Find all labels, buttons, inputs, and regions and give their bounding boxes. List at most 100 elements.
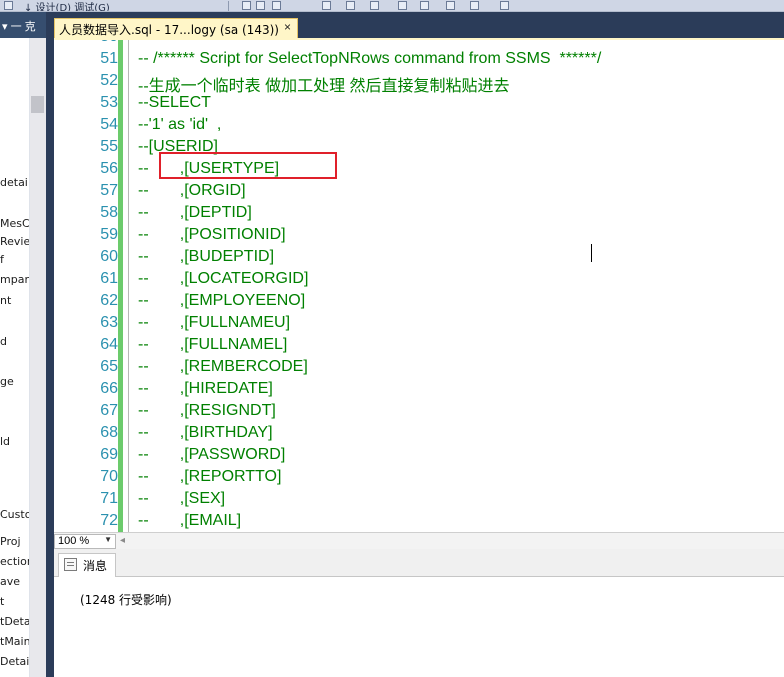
comment-icon[interactable] [446, 1, 455, 10]
line-number: 68 [100, 424, 118, 441]
code-line[interactable]: -- ,[ORGID] [138, 182, 246, 200]
align-center-icon[interactable] [346, 1, 355, 10]
solution-item[interactable]: ld [0, 435, 10, 448]
solution-item[interactable]: tMain [0, 635, 29, 648]
solution-item[interactable]: mpar [0, 273, 29, 286]
panel-splitter[interactable] [46, 12, 54, 677]
code-line[interactable]: -- ,[POSITIONID] [138, 226, 286, 244]
line-number: 53 [100, 94, 118, 111]
line-number: 54 [100, 116, 118, 133]
code-line[interactable]: -- ,[RESIGNDT] [138, 402, 276, 420]
uncomment-icon[interactable] [470, 1, 479, 10]
code-line[interactable]: -- ,[SEX] [138, 490, 225, 508]
tab-sql-document[interactable]: 人员数据导入.sql - 17...logy (sa (143)) × [54, 18, 298, 38]
code-line[interactable]: -- ,[PASSWORD] [138, 446, 285, 464]
line-number: 56 [100, 160, 118, 177]
solution-explorer-list: detai MesC Reviev f mpar nt d ge ld Custo Proj ecti… [0, 38, 30, 677]
line-number: 58 [100, 204, 118, 221]
add-icon[interactable] [272, 1, 281, 10]
code-line[interactable]: --'1' as 'id' , [138, 116, 221, 134]
code-line[interactable]: -- ,[FULLNAMEL] [138, 336, 287, 354]
outline-fold-line [128, 40, 129, 532]
change-tracking-bar [118, 40, 123, 532]
line-number: 70 [100, 468, 118, 485]
line-number: 67 [100, 402, 118, 419]
code-line[interactable]: -- ,[EMPLOYEENO] [138, 292, 305, 310]
document-tab-strip: 人员数据导入.sql - 17...logy (sa (143)) × [54, 12, 784, 38]
solution-item[interactable]: detai [0, 176, 28, 189]
code-line[interactable]: --SELECT [138, 94, 211, 112]
left-vertical-scrollbar[interactable] [30, 38, 46, 677]
code-line[interactable]: -- ,[HIREDATE] [138, 380, 273, 398]
toolbar-separator [228, 1, 229, 11]
line-number: 72 [100, 512, 118, 529]
line-number-gutter: 50 51 52 53 54 55 56 57 58 59 60 61 62 63 64 65 66 67 68 69… [54, 40, 118, 532]
scroll-left-icon[interactable]: ◂ [120, 535, 125, 546]
code-line[interactable]: -- ,[REPORTTO] [138, 468, 281, 486]
options-icon[interactable] [500, 1, 509, 10]
tab-messages[interactable]: 消息 [58, 553, 116, 577]
main-toolbar: ↓ 设计(D) 调试(G) [0, 0, 784, 12]
solution-item[interactable]: Detai [0, 655, 29, 668]
line-number: 65 [100, 358, 118, 375]
line-number: 50 [54, 40, 118, 46]
solution-item[interactable]: Proj [0, 535, 21, 548]
panel-pin-glyph[interactable]: ▾ 一 克 [2, 18, 36, 34]
messages-pane[interactable]: (1248 行受影响) [54, 577, 784, 677]
outdent-icon[interactable] [420, 1, 429, 10]
line-number: 69 [100, 446, 118, 463]
editor-status-strip: 100 % ▼ ◂ [54, 532, 784, 549]
solution-item[interactable]: ge [0, 375, 14, 388]
line-number: 52 [100, 72, 118, 89]
solution-item[interactable]: ave [0, 575, 20, 588]
zoom-value: 100 % [58, 535, 90, 547]
indent-icon[interactable] [398, 1, 407, 10]
align-left-icon[interactable] [322, 1, 331, 10]
align-right-icon[interactable] [370, 1, 379, 10]
solution-item[interactable]: ection [0, 555, 29, 568]
zoom-dropdown[interactable]: 100 % ▼ [54, 534, 116, 549]
solution-item[interactable]: Custo [0, 508, 29, 521]
sql-editor[interactable]: 50 51 52 53 54 55 56 57 58 59 60 61 62 63 64 65 66 67 68 69… [54, 40, 784, 532]
left-scroll-thumb[interactable] [31, 96, 44, 113]
tab-messages-label: 消息 [83, 559, 108, 573]
code-line[interactable]: -- ,[BIRTHDAY] [138, 424, 273, 442]
code-line[interactable]: -- ,[LOCATEORGID] [138, 270, 308, 288]
code-line[interactable]: -- ,[FULLNAMEU] [138, 314, 290, 332]
save-icon[interactable] [242, 1, 251, 10]
solution-item[interactable]: f [0, 253, 4, 266]
solution-item[interactable]: Reviev [0, 235, 29, 248]
code-line[interactable]: --生成一个临时表 做加工处理 然后直接复制粘贴进去 [138, 72, 510, 96]
solution-item[interactable]: t [0, 595, 4, 608]
line-number: 71 [100, 490, 118, 507]
line-number: 59 [100, 226, 118, 243]
solution-explorer-header: ▾ 一 克 [0, 12, 48, 38]
code-line[interactable]: -- [138, 40, 149, 46]
line-number: 66 [100, 380, 118, 397]
solution-explorer-panel: ▾ 一 克 detai MesC Reviev f mpar nt d ge ld Custo Pr… [0, 12, 48, 677]
line-number: 51 [100, 50, 118, 67]
line-number: 60 [100, 248, 118, 265]
code-line[interactable]: -- ,[EMAIL] [138, 512, 241, 530]
solution-item[interactable]: d [0, 335, 7, 348]
solution-item[interactable]: nt [0, 294, 11, 307]
line-number: 63 [100, 314, 118, 331]
highlight-box [159, 152, 337, 179]
line-number: 62 [100, 292, 118, 309]
chevron-down-icon[interactable]: ▼ [104, 535, 112, 544]
toolbar-menu-text[interactable]: ↓ 设计(D) 调试(G) [24, 0, 110, 11]
line-number: 55 [100, 138, 118, 155]
code-line[interactable]: -- /****** Script for SelectTopNRows com… [138, 50, 601, 68]
code-line[interactable]: -- ,[DEPTID] [138, 204, 252, 222]
line-number: 57 [100, 182, 118, 199]
close-icon[interactable]: × [284, 20, 291, 34]
debug-icon[interactable] [4, 1, 13, 10]
solution-item[interactable]: tDeta [0, 615, 29, 628]
solution-item[interactable]: MesC [0, 217, 29, 230]
line-number: 64 [100, 336, 118, 353]
message-icon [64, 558, 77, 571]
open-icon[interactable] [256, 1, 265, 10]
results-tab-strip: 消息 [54, 549, 784, 577]
code-line[interactable]: -- ,[BUDEPTID] [138, 248, 274, 266]
code-line[interactable]: -- ,[REMBERCODE] [138, 358, 308, 376]
